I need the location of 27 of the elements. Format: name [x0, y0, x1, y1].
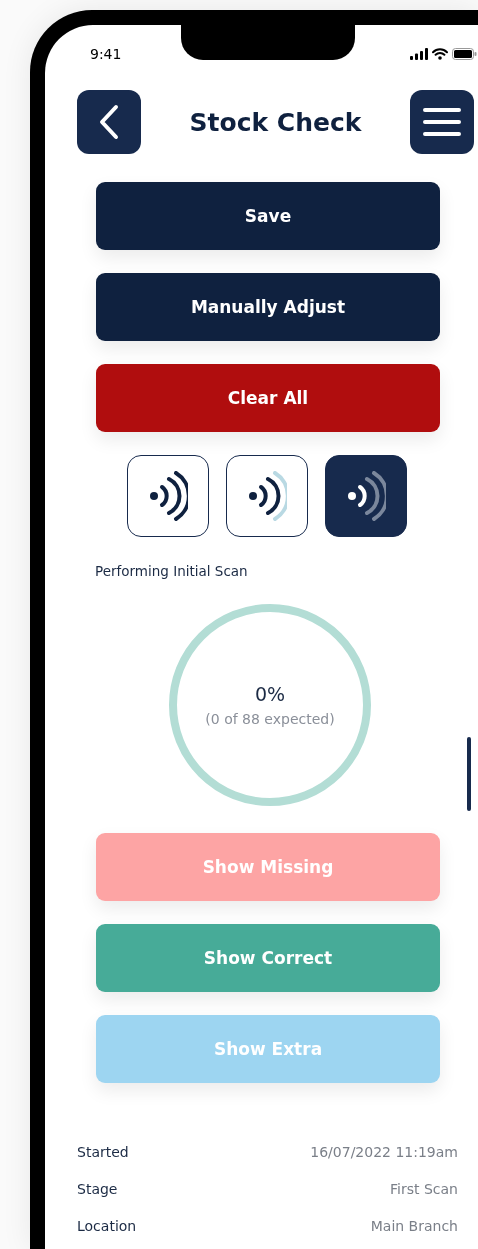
action-button[interactable]: Clear All [96, 364, 440, 432]
detail-label: Stage [77, 1180, 118, 1199]
page-title: Stock Check [189, 107, 362, 137]
detail-value: First Scan [390, 1180, 458, 1199]
detail-value: 16/07/2022 11:19am [310, 1143, 458, 1162]
rfid-signal-icon [346, 471, 386, 521]
back-button[interactable] [77, 90, 141, 154]
action-button[interactable]: Save [96, 182, 440, 250]
chevron-left-icon [98, 104, 120, 140]
rfid-signal-icon [148, 471, 188, 521]
menu-icon [422, 107, 462, 137]
scan-mode-button[interactable] [325, 455, 407, 537]
battery-icon [452, 48, 477, 60]
progress-percent: 0% [254, 683, 286, 705]
scan-status-text: Performing Initial Scan [95, 563, 249, 579]
wifi-icon [432, 48, 448, 60]
detail-label: Started [77, 1143, 129, 1162]
detail-value: Main Branch [370, 1217, 458, 1236]
rfid-signal-icon [247, 471, 287, 521]
scan-mode-button[interactable] [127, 455, 209, 537]
status-time: 9:41 [90, 46, 122, 62]
scan-mode-button[interactable] [226, 455, 308, 537]
detail-label: Location [77, 1217, 137, 1236]
progress-detail: (0 of 88 expected) [205, 711, 335, 727]
menu-button[interactable] [410, 90, 474, 154]
action-button[interactable]: Manually Adjust [96, 273, 440, 341]
signal-icon [410, 48, 428, 60]
